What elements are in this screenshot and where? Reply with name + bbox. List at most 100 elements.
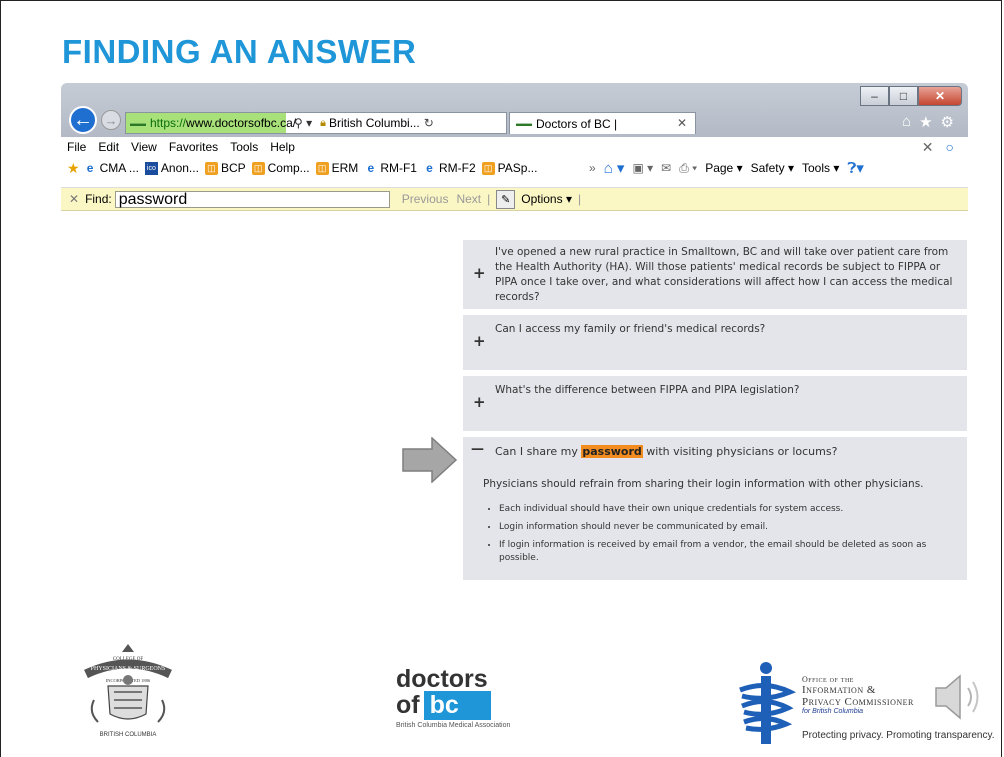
faq-question[interactable]: Can I share my password with visiting ph…: [495, 444, 955, 459]
favorite-item[interactable]: ◫ BCP: [204, 161, 246, 175]
browser-tab[interactable]: ▬▬ Doctors of BC | ✕: [509, 112, 696, 134]
faq-answer-list: Each individual should have their own un…: [485, 503, 967, 570]
faq-item[interactable]: + I've opened a new rural practice in Sm…: [463, 240, 967, 309]
close-button[interactable]: ✕: [918, 86, 962, 106]
find-input[interactable]: password: [114, 190, 390, 208]
menu-edit[interactable]: Edit: [92, 140, 125, 154]
divider: |: [487, 192, 491, 206]
page-menu[interactable]: Page ▾: [705, 161, 742, 175]
list-item: Login information should never be commun…: [499, 521, 967, 534]
pointer-arrow-icon: [402, 437, 458, 483]
logo-text: doctors: [396, 665, 488, 693]
feed-icon: ◫: [251, 161, 265, 175]
search-highlight: password: [581, 445, 643, 458]
menu-tools[interactable]: Tools: [224, 140, 264, 154]
slide-title: FINDING AN ANSWER: [62, 33, 417, 70]
forward-button[interactable]: →: [101, 110, 121, 130]
ie-icon: e: [86, 161, 94, 175]
window-controls: – □ ✕: [860, 86, 962, 106]
command-bar: » ⌂ ▾ ▣ ▾ ✉ ⎙ ▾ Page ▾ Safety ▾ Tools ▾ …: [589, 157, 864, 179]
address-bar[interactable]: ▬▬ https://www.doctorsofbc.ca/ ⚲ ▾ 🔒︎ Br…: [125, 112, 507, 134]
divider: |: [577, 192, 582, 206]
collapse-minus-icon[interactable]: —: [471, 442, 484, 457]
chevron-more-icon[interactable]: »: [589, 161, 596, 175]
faq-item[interactable]: + Can I access my family or friend's med…: [463, 315, 967, 370]
feed-icon: ◫: [204, 161, 218, 175]
browser-window: – □ ✕ ← → ▬▬ https://www.doctorsofbc.ca/…: [61, 83, 968, 211]
address-host: www.doctorsofbc.ca/: [186, 116, 297, 130]
home-icon[interactable]: ⌂ ▾: [604, 159, 625, 177]
feeds-icon[interactable]: ▣ ▾: [632, 161, 653, 175]
find-close-icon[interactable]: ✕: [69, 192, 79, 206]
faq-item[interactable]: + What's the difference between FIPPA an…: [463, 376, 967, 431]
doctors-of-bc-logo: doctors of bc British Columbia Medical As…: [396, 665, 511, 730]
menu-bar: File Edit View Favorites Tools Help ✕ ○: [61, 137, 968, 157]
favorite-item[interactable]: ◫ Comp...: [251, 161, 310, 175]
help-icon[interactable]: ❓︎▾: [847, 159, 864, 177]
faq-item-expanded[interactable]: — Can I share my password with visiting …: [463, 437, 967, 580]
expand-plus-icon[interactable]: +: [473, 264, 486, 282]
tools-menu[interactable]: Tools ▾: [802, 161, 839, 175]
certificate-site-name[interactable]: British Columbi...: [329, 116, 420, 130]
settings-gear-icon[interactable]: ⚙: [941, 113, 954, 131]
menubar-right: ✕ ○: [922, 139, 954, 156]
tab-title: Doctors of BC |: [536, 116, 618, 131]
minimize-button[interactable]: –: [860, 86, 889, 106]
favorites-add-icon[interactable]: ★: [67, 160, 80, 177]
mail-icon[interactable]: ✉: [661, 161, 671, 175]
menu-help[interactable]: Help: [264, 140, 301, 154]
oipc-emblem-icon: [739, 662, 797, 744]
svg-text:BRITISH COLUMBIA: BRITISH COLUMBIA: [100, 732, 157, 738]
favorite-item[interactable]: e RM-F1: [364, 161, 417, 175]
ie-icon: e: [367, 161, 375, 175]
faq-question[interactable]: I've opened a new rural practice in Smal…: [495, 245, 955, 305]
expand-plus-icon[interactable]: +: [473, 393, 486, 411]
highlight-pen-icon[interactable]: ✎: [496, 189, 516, 209]
tab-close-icon[interactable]: ✕: [677, 116, 687, 130]
find-previous-button[interactable]: Previous: [402, 192, 449, 206]
speaker-audio-icon[interactable]: [930, 668, 988, 726]
find-label: Find:: [85, 192, 112, 206]
print-icon[interactable]: ⎙ ▾: [679, 161, 697, 176]
favorite-item[interactable]: e CMA ...: [84, 161, 139, 175]
lock-icon[interactable]: 🔒︎: [320, 117, 326, 130]
tab-favicon: ▬▬: [516, 119, 532, 128]
reload-icon[interactable]: ↻: [424, 116, 434, 130]
favorite-item[interactable]: ◫ PASp...: [481, 161, 537, 175]
home-icon[interactable]: ⌂: [902, 113, 911, 131]
feed-icon: ◫: [315, 161, 329, 175]
safety-menu[interactable]: Safety ▾: [751, 161, 794, 175]
find-next-button[interactable]: Next: [456, 192, 481, 206]
find-options-button[interactable]: Options ▾: [521, 192, 572, 206]
back-arrow-icon: ←: [73, 108, 93, 131]
favorites-star-icon[interactable]: ★: [919, 113, 932, 131]
browser-toolbar-icons: ⌂ ★ ⚙: [902, 113, 954, 131]
favorites-bar: ★ e CMA ... ico Anon... ◫ BCP ◫ Comp... ◫ ERM…: [61, 157, 968, 179]
cortana-circle-icon[interactable]: ○: [946, 139, 954, 156]
close-menu-icon[interactable]: ✕: [922, 139, 934, 156]
menu-file[interactable]: File: [61, 140, 92, 154]
list-item: If login information is received by emai…: [499, 539, 967, 565]
address-secure-region: ▬▬ https://www.doctorsofbc.ca/: [126, 113, 296, 133]
menu-view[interactable]: View: [125, 140, 163, 154]
logo-subtitle: British Columbia Medical Association: [396, 722, 511, 729]
expand-plus-icon[interactable]: +: [473, 332, 486, 350]
find-bar: ✕ Find: password Previous Next | ✎ Optio…: [61, 187, 968, 211]
favorite-item[interactable]: ◫ ERM: [315, 161, 358, 175]
address-protocol: https://: [150, 116, 187, 130]
search-icon[interactable]: ⚲ ▾: [294, 116, 312, 130]
faq-answer: Physicians should refrain from sharing t…: [483, 478, 924, 490]
favorite-item[interactable]: ico Anon...: [144, 161, 199, 175]
faq-question[interactable]: What's the difference between FIPPA and …: [495, 383, 955, 398]
cpsbc-crest-logo: COLLEGE OF PHYSICIANS & SURGEONS INCORPO…: [74, 640, 182, 745]
ico-icon: ico: [144, 161, 158, 175]
svg-text:PHYSICIANS & SURGEONS: PHYSICIANS & SURGEONS: [91, 666, 166, 672]
menu-favorites[interactable]: Favorites: [163, 140, 224, 154]
faq-question[interactable]: Can I access my family or friend's medic…: [495, 322, 955, 337]
oipc-logo: Office of the Information & Privacy Comm…: [730, 660, 995, 755]
maximize-button[interactable]: □: [889, 86, 918, 106]
favorite-item[interactable]: e RM-F2: [423, 161, 476, 175]
ie-icon: e: [426, 161, 433, 175]
browser-titlebar: – □ ✕ ← → ▬▬ https://www.doctorsofbc.ca/…: [61, 83, 968, 137]
back-button[interactable]: ←: [69, 106, 97, 134]
